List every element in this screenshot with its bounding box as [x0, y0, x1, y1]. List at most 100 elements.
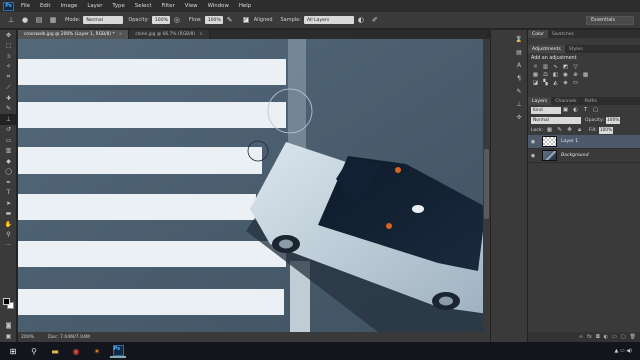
- close-icon[interactable]: ×: [199, 32, 203, 37]
- invert-icon[interactable]: ◪: [531, 79, 540, 87]
- visibility-eye-icon[interactable]: ◉: [528, 139, 538, 145]
- visibility-eye-icon[interactable]: ◉: [528, 153, 538, 159]
- foreground-color-swatch[interactable]: [3, 298, 10, 305]
- tool-presets-icon[interactable]: ✣: [513, 112, 525, 122]
- dodge-tool-icon[interactable]: ◯: [0, 167, 17, 178]
- curves-icon[interactable]: ∿: [551, 63, 560, 71]
- posterize-icon[interactable]: ▚: [541, 79, 550, 87]
- add-mask-icon[interactable]: ◘: [596, 334, 600, 340]
- blend-mode-dropdown[interactable]: Normal: [531, 116, 581, 124]
- scroll-thumb[interactable]: [484, 149, 489, 219]
- quick-mask-icon[interactable]: ◙: [0, 320, 17, 331]
- menu-file[interactable]: File: [16, 3, 35, 9]
- hand-tool-icon[interactable]: ✋: [0, 219, 17, 230]
- threshold-icon[interactable]: ◭: [551, 79, 560, 87]
- tab-adjustments[interactable]: Adjustments: [528, 45, 565, 53]
- app-icon[interactable]: ✶: [89, 344, 105, 358]
- eyedropper-tool-icon[interactable]: ⟋: [0, 83, 17, 94]
- healing-brush-tool-icon[interactable]: ✚: [0, 93, 17, 104]
- airbrush-icon[interactable]: ✎: [223, 14, 237, 26]
- gradient-map-icon[interactable]: ▭: [571, 79, 580, 87]
- layer-opacity-field[interactable]: 100%: [605, 116, 620, 124]
- brush-icon[interactable]: ✎: [513, 86, 525, 96]
- selective-color-icon[interactable]: ◈: [561, 79, 570, 87]
- menu-type[interactable]: Type: [107, 3, 129, 9]
- chrome-icon[interactable]: ◉: [68, 344, 84, 358]
- history-brush-tool-icon[interactable]: ↺: [0, 125, 17, 136]
- aligned-checkbox[interactable]: ✓: [242, 17, 249, 23]
- history-icon[interactable]: ⌛: [513, 34, 525, 44]
- hue-saturation-icon[interactable]: ▦: [531, 71, 540, 79]
- new-adjustment-icon[interactable]: ◐: [604, 334, 608, 340]
- tab-channels[interactable]: Channels: [551, 97, 580, 105]
- new-layer-icon[interactable]: ▢: [621, 334, 626, 340]
- layer-style-icon[interactable]: fx: [587, 334, 592, 340]
- start-icon[interactable]: ⊞: [5, 344, 21, 358]
- opacity-field[interactable]: 100%: [151, 16, 170, 24]
- close-icon[interactable]: ×: [119, 32, 123, 37]
- tab-styles[interactable]: Styles: [565, 45, 587, 53]
- zoom-tool-icon[interactable]: ⚲: [0, 230, 17, 241]
- pressure-opacity-icon[interactable]: ◎: [170, 14, 184, 26]
- delete-layer-icon[interactable]: 🗑︎: [630, 334, 636, 340]
- pen-tool-icon[interactable]: ✒: [0, 177, 17, 188]
- levels-icon[interactable]: ▥: [541, 63, 550, 71]
- quick-select-tool-icon[interactable]: ✧: [0, 62, 17, 73]
- search-icon[interactable]: ⚲: [26, 344, 42, 358]
- link-layers-icon[interactable]: ∞: [579, 334, 583, 340]
- photo-filter-icon[interactable]: ◉: [561, 71, 570, 79]
- filter-type-icon[interactable]: T: [581, 106, 590, 114]
- exposure-icon[interactable]: ◩: [561, 63, 570, 71]
- more-tools-icon[interactable]: ···: [0, 240, 17, 251]
- brightness-icon[interactable]: ☼: [531, 63, 540, 71]
- path-select-tool-icon[interactable]: ➤: [0, 198, 17, 209]
- pressure-size-icon[interactable]: ✐: [368, 14, 382, 26]
- lock-position-icon[interactable]: ✥: [565, 126, 574, 134]
- filter-pixel-icon[interactable]: ▣: [561, 106, 570, 114]
- fill-field[interactable]: 100%: [598, 126, 613, 134]
- system-tray[interactable]: ▲ ▭ ◀): [614, 348, 632, 354]
- mode-dropdown[interactable]: Normal: [83, 16, 124, 24]
- layer-name[interactable]: Background: [561, 153, 589, 158]
- paragraph-icon[interactable]: ¶: [513, 73, 525, 83]
- vibrance-icon[interactable]: ▽: [571, 63, 580, 71]
- vertical-scrollbar[interactable]: [483, 39, 490, 332]
- channel-mixer-icon[interactable]: ⊕: [571, 71, 580, 79]
- document-canvas[interactable]: [18, 39, 483, 332]
- color-lookup-icon[interactable]: ▩: [581, 71, 590, 79]
- tab-swatches[interactable]: Swatches: [548, 30, 578, 38]
- blur-tool-icon[interactable]: ◆: [0, 156, 17, 167]
- filter-shape-icon[interactable]: ▢: [591, 106, 600, 114]
- file-explorer-icon[interactable]: ▬: [47, 344, 63, 358]
- clone-source-icon[interactable]: ⊥: [513, 99, 525, 109]
- shape-tool-icon[interactable]: ▬: [0, 209, 17, 220]
- lock-pixels-icon[interactable]: ✎: [555, 126, 564, 134]
- menu-filter[interactable]: Filter: [156, 3, 179, 9]
- tab-color[interactable]: Color: [528, 30, 548, 38]
- lock-all-icon[interactable]: 🔒︎: [575, 126, 584, 134]
- sample-dropdown[interactable]: All Layers: [303, 16, 354, 24]
- type-tool-icon[interactable]: T: [0, 188, 17, 199]
- menu-layer[interactable]: Layer: [82, 3, 107, 9]
- photo-canvas[interactable]: [18, 39, 483, 332]
- color-balance-icon[interactable]: ⚖: [541, 71, 550, 79]
- filter-adjust-icon[interactable]: ◐: [571, 106, 580, 114]
- eraser-tool-icon[interactable]: ▭: [0, 135, 17, 146]
- black-white-icon[interactable]: ◧: [551, 71, 560, 79]
- kind-dropdown[interactable]: Kind: [531, 106, 561, 114]
- lasso-tool-icon[interactable]: ↄ: [0, 51, 17, 62]
- brush-preset-icon[interactable]: ●: [18, 14, 32, 26]
- menu-edit[interactable]: Edit: [35, 3, 55, 9]
- workspace-switcher[interactable]: Essentials: [586, 16, 634, 25]
- gradient-tool-icon[interactable]: ▥: [0, 146, 17, 157]
- properties-icon[interactable]: ▤: [513, 47, 525, 57]
- menu-window[interactable]: Window: [203, 3, 234, 9]
- tab-clone[interactable]: clone.jpg @ 66.7% (RGB/8) ×: [129, 30, 210, 39]
- tab-crosswalk[interactable]: crosswalk.jpg @ 200% (Layer 1, RGB/8) * …: [18, 30, 130, 39]
- layer-row[interactable]: ◉ Layer 1: [528, 135, 640, 149]
- clone-stamp-tool-icon[interactable]: ⊥: [0, 114, 17, 125]
- menu-view[interactable]: View: [180, 3, 203, 9]
- brush-tool-icon[interactable]: ✎: [0, 104, 17, 115]
- clone-source-icon[interactable]: ▦: [46, 14, 60, 26]
- zoom-level[interactable]: 200%: [21, 335, 34, 340]
